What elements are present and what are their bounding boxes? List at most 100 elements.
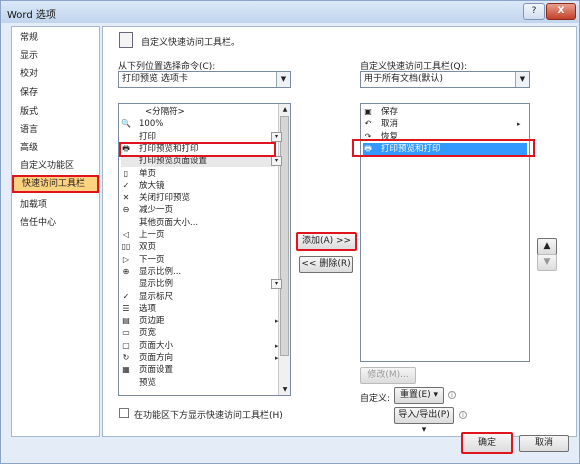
list-item-label: 显示比例 [139, 279, 174, 290]
list-item-label: <分隔符> [145, 107, 185, 117]
list-item[interactable]: ⊕ 显示比例... [121, 266, 275, 278]
list-item-label: 保存 [381, 107, 399, 117]
page-size-icon: ▢ [122, 340, 130, 350]
redo-icon: ↷ [364, 131, 372, 141]
remove-button[interactable]: << 删除(R) [299, 256, 353, 273]
help-button[interactable]: ? [523, 3, 545, 20]
list-item-label: 下一页 [139, 254, 165, 265]
chevron-down-icon[interactable]: ▼ [276, 72, 290, 87]
list-item[interactable]: ▤ 页边距 ▸ [121, 315, 278, 327]
list-item-label: 显示标尺 [139, 291, 174, 302]
list-item[interactable]: ▦ 页面设置 [121, 364, 275, 376]
show-below-ribbon-checkbox[interactable] [119, 408, 129, 418]
list-item-label: 放大镜 [139, 180, 165, 191]
chevron-down-icon[interactable]: ▼ [515, 72, 529, 87]
list-item[interactable]: ✕ 关闭打印预览 [121, 192, 275, 204]
list-item[interactable]: 🖶 打印预览和打印 [121, 143, 275, 155]
options-icon: ☰ [122, 303, 130, 313]
import-export-button[interactable]: 导入/导出(P) ▾ [394, 407, 454, 435]
list-item[interactable]: ▣ 保存 [363, 106, 517, 118]
customize-for-dropdown[interactable]: 用于所有文档(默认) ▼ [360, 71, 530, 88]
list-item[interactable]: <分隔符> [121, 106, 275, 118]
save-icon: ▣ [364, 107, 372, 116]
list-item[interactable]: ☰ 选项 [121, 303, 275, 315]
list-item[interactable]: ↻ 页面方向 ▸ [121, 352, 279, 364]
close-button[interactable]: X [546, 3, 576, 20]
reset-button[interactable]: 重置(E) ▾ [394, 387, 444, 404]
list-item[interactable]: 打印 ▾ [121, 131, 282, 143]
commands-list[interactable]: ▲ ▼ <分隔符> 🔍 100% 打印 ▾ 🖶 打印预览和打印 打印预览页面设置 ▾ ▯ 单页 ✓ 放大… [118, 103, 291, 396]
choose-commands-dropdown[interactable]: 打印预览 选项卡 ▼ [118, 71, 291, 88]
list-item[interactable]: ▢ 页面大小 ▸ [121, 340, 278, 352]
scroll-up-icon[interactable]: ▲ [279, 104, 290, 115]
nav-item[interactable]: 加载项 [12, 196, 99, 214]
cancel-button[interactable]: 取消 [519, 435, 569, 452]
commands-scrollbar[interactable]: ▲ ▼ [278, 104, 290, 395]
list-item[interactable]: 🖶 打印预览和打印 [363, 142, 527, 155]
list-item[interactable]: ✓ 显示标尺 [121, 291, 275, 303]
info-icon: i [448, 391, 456, 399]
list-item-label: 打印预览和打印 [139, 143, 199, 154]
list-item[interactable]: ▷ 下一页 [121, 254, 275, 266]
page-width-icon: ▭ [122, 328, 130, 338]
list-item[interactable]: 预览 [121, 377, 275, 389]
nav-item[interactable]: 校对 [12, 65, 99, 83]
zoom-dialog-icon: ⊕ [122, 266, 130, 276]
list-item[interactable]: ↷ 恢复 [363, 131, 517, 143]
ok-button[interactable]: 确定 [461, 432, 513, 454]
customize-for-value: 用于所有文档(默认) [364, 74, 444, 84]
nav-item[interactable]: 自定义功能区 [12, 157, 99, 175]
list-item-label: 页宽 [139, 328, 157, 339]
choose-commands-value: 打印预览 选项卡 [122, 74, 188, 84]
list-item[interactable]: ⊖ 减少一页 [121, 204, 275, 216]
list-item-label: 页面设置 [139, 365, 174, 376]
list-item[interactable]: ▭ 页宽 [121, 327, 275, 339]
nav-item[interactable]: 保存 [12, 84, 99, 102]
list-item[interactable]: 显示比例 ▾ [121, 278, 282, 290]
print-preview-icon: 🖶 [364, 143, 372, 153]
nav-item[interactable]: 语言 [12, 121, 99, 139]
list-item-label: 页边距 [139, 316, 165, 327]
submenu-arrow-icon: ▸ [275, 341, 279, 350]
orientation-icon: ↻ [122, 353, 130, 362]
scroll-thumb[interactable] [280, 116, 289, 356]
move-down-button[interactable]: ▼ [537, 254, 557, 271]
check-icon: ✓ [122, 291, 130, 301]
options-nav: 常规 显示 校对 保存 版式 语言 高级 自定义功能区 快速访问工具栏 加载项 信任中心 [11, 26, 100, 437]
customizations-label: 自定义: [360, 394, 391, 404]
prev-page-icon: ◁ [122, 230, 130, 239]
list-item[interactable]: 其他页面大小... [121, 217, 275, 229]
submenu-arrow-icon: ▸ [275, 354, 279, 362]
nav-item[interactable]: 显示 [12, 47, 99, 65]
nav-item[interactable]: 常规 [12, 29, 99, 47]
list-item-label: 减少一页 [139, 205, 174, 216]
list-item-label: 页面方向 [139, 353, 174, 363]
list-item[interactable]: ✓ 放大镜 [121, 180, 275, 192]
list-item[interactable]: ▯ 单页 [121, 168, 275, 180]
list-item-label: 恢复 [381, 131, 399, 142]
two-pages-icon: ▯▯ [121, 242, 131, 252]
list-item-label: 其他页面大小... [139, 217, 199, 228]
section-header: 自定义快速访问工具栏。 [141, 38, 241, 48]
list-item[interactable]: 🔍 100% [121, 118, 275, 130]
info-icon: i [459, 411, 467, 419]
scroll-down-icon[interactable]: ▼ [279, 384, 290, 395]
move-up-button[interactable]: ▲ [537, 238, 557, 255]
page-setup-icon: ▦ [122, 365, 130, 375]
list-item[interactable]: ◁ 上一页 [121, 229, 275, 241]
close-preview-icon: ✕ [122, 193, 130, 203]
modify-button[interactable]: 修改(M)... [360, 367, 416, 384]
list-item[interactable]: ↶ 取消 ▸ [363, 118, 521, 130]
nav-item[interactable]: 高级 [12, 139, 99, 157]
toolbar-commands-list[interactable]: ▣ 保存 ↶ 取消 ▸ ↷ 恢复 🖶 打印预览和打印 [360, 103, 530, 362]
window-title: Word 选项 [7, 10, 56, 21]
list-item[interactable]: ▯▯ 双页 [121, 241, 275, 253]
add-button[interactable]: 添加(A) >> [296, 232, 357, 251]
list-item-label: 打印预览和打印 [381, 143, 441, 154]
submenu-arrow-icon: ▸ [275, 317, 279, 326]
list-item[interactable]: 打印预览页面设置 ▾ [121, 155, 282, 168]
nav-item[interactable]: 信任中心 [12, 214, 99, 232]
nav-item[interactable]: 版式 [12, 103, 99, 121]
nav-item[interactable]: 快速访问工具栏 [12, 175, 99, 193]
list-item-label: 打印预览页面设置 [139, 156, 208, 167]
